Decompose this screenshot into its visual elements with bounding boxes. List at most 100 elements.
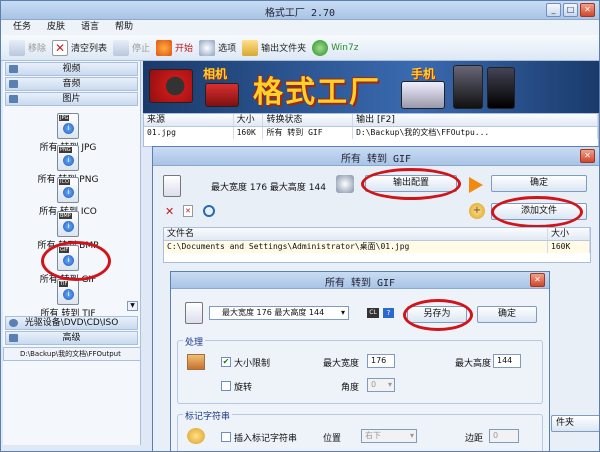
advanced-icon [9, 334, 18, 342]
toolbar: 移除 ✕ 清空列表 停止 开始 选项 输出文件夹 Win7z [1, 35, 599, 61]
max-width-input[interactable]: 176 [367, 354, 395, 368]
insert-watermark-checkbox[interactable] [221, 432, 231, 442]
col-size[interactable]: 大小 [234, 114, 264, 126]
col-filesize[interactable]: 大小 [548, 228, 590, 240]
menu-task[interactable]: 任务 [13, 20, 31, 35]
add-file-button[interactable]: 添加文件 [491, 203, 587, 220]
chevron-down-icon: ▾ [340, 308, 345, 317]
stop-icon [113, 39, 130, 56]
video-icon [9, 65, 18, 73]
help-icon[interactable]: ? [383, 308, 394, 318]
maximize-button[interactable]: □ [563, 3, 578, 17]
col-output[interactable]: 输出 [F2] [353, 114, 598, 126]
pda-icon [453, 65, 483, 109]
dialog2-titlebar: 所有 转到 GIF ✕ [171, 272, 549, 289]
dialog2-close-button[interactable]: ✕ [530, 273, 545, 287]
process-group-label: 处理 [183, 335, 206, 348]
scroll-down-button[interactable]: ▼ [127, 301, 138, 311]
col-source[interactable]: 来源 [144, 114, 234, 126]
margin-input[interactable]: 0 [489, 429, 519, 443]
options-button[interactable]: 选项 [199, 39, 236, 56]
save-as-button[interactable]: 另存为 [407, 306, 467, 323]
add-file-icon[interactable]: + [469, 203, 485, 219]
gif-file-icon: GIF i [57, 245, 79, 271]
clear-icon[interactable]: ✕ [183, 205, 193, 217]
rotate-label: 旋转 [234, 383, 253, 393]
preset-select[interactable]: 最大宽度 176 最大高度 144 ▾ [209, 306, 349, 320]
table-row[interactable]: C:\Documents and Settings\Administrator\… [164, 241, 590, 253]
image-icon [9, 95, 18, 103]
angle-select[interactable]: 0 ▾ [367, 378, 395, 392]
gif-file-icon [163, 175, 181, 197]
win7z-icon [312, 39, 329, 56]
insert-watermark-label: 插入标记字符串 [234, 434, 298, 444]
win7z-button[interactable]: Win7z [312, 39, 358, 56]
output-folder-button[interactable]: 输出文件夹 [242, 39, 306, 56]
gif-file-icon [185, 302, 203, 324]
clear-list-icon: ✕ [52, 39, 69, 56]
tif-file-icon: TIF i [57, 279, 79, 305]
category-video[interactable]: 视频 [5, 62, 138, 76]
dialog2-ok-button[interactable]: 确定 [477, 306, 537, 323]
smartphone-icon [487, 67, 515, 109]
max-height-input[interactable]: 144 [493, 354, 521, 368]
edit-icon[interactable]: CL [367, 308, 379, 318]
clear-list-button[interactable]: ✕ 清空列表 [52, 39, 107, 56]
output-path-status: D:\Backup\我的文档\FFOutput [3, 347, 141, 361]
options-icon [199, 39, 216, 56]
chevron-down-icon: ▾ [409, 431, 414, 440]
rotate-checkbox[interactable] [221, 381, 231, 391]
dialog1-info: 最大宽度 176 最大高度 144 [211, 183, 326, 193]
jpg-file-icon: JPG i [57, 113, 79, 139]
start-icon [156, 39, 173, 56]
disc-icon [9, 319, 18, 327]
category-audio[interactable]: 音频 [5, 77, 138, 91]
folder-icon [242, 39, 259, 56]
max-width-label: 最大宽度 [323, 359, 360, 369]
remove-button[interactable]: 移除 [9, 39, 46, 56]
max-height-label: 最大高度 [455, 359, 492, 369]
png-file-icon: PNG i [57, 145, 79, 171]
minimize-button[interactable]: _ [546, 3, 561, 17]
watermark-icon [187, 428, 205, 444]
position-select[interactable]: 右下 ▾ [361, 429, 417, 443]
dialog1-titlebar: 所有 转到 GIF ✕ [153, 147, 599, 166]
close-button[interactable]: ✕ [580, 3, 595, 17]
stop-button[interactable]: 停止 [113, 39, 150, 56]
table-row[interactable]: 01.jpg 160K 所有 转到 GIF D:\Backup\我的文档\FFO… [144, 127, 598, 139]
main-titlebar: 格式工厂 2.70 _ □ ✕ [1, 1, 599, 20]
output-config-button[interactable]: 输出配置 [365, 175, 457, 192]
menu-help[interactable]: 帮助 [115, 20, 133, 35]
delete-icon[interactable]: ✕ [165, 205, 174, 218]
audio-icon [9, 80, 18, 88]
menu-language[interactable]: 语言 [81, 20, 99, 35]
category-image[interactable]: 图片 [5, 92, 138, 106]
category-advanced[interactable]: 高级 [5, 331, 138, 345]
camera-icon [205, 83, 239, 107]
output-config-dialog: 所有 转到 GIF ✕ 最大宽度 176 最大高度 144 ▾ CL ? 另存为… [170, 271, 550, 452]
dialog1-file-list: 文件名 大小 C:\Documents and Settings\Adminis… [163, 227, 591, 263]
size-limit-checkbox[interactable]: ✔ [221, 357, 231, 367]
start-button[interactable]: 开始 [156, 39, 193, 56]
col-filename[interactable]: 文件名 [164, 228, 548, 240]
chevron-down-icon: ▾ [387, 380, 392, 389]
remove-icon [9, 39, 25, 56]
phone-icon [401, 81, 445, 109]
col-status[interactable]: 转换状态 [263, 114, 354, 126]
image-thumbnail-icon [187, 354, 205, 370]
arrow-right-icon [469, 177, 483, 193]
margin-label: 边距 [465, 434, 484, 444]
banner-title: 格式工厂 [253, 75, 381, 110]
menu-skin[interactable]: 皮肤 [47, 20, 65, 35]
dialog1-ok-button[interactable]: 确定 [491, 175, 587, 192]
dialog1-folder-button[interactable]: 件夹 [551, 415, 599, 432]
dialog1-close-button[interactable]: ✕ [580, 149, 595, 163]
position-label: 位置 [323, 434, 342, 444]
camcorder-icon [149, 69, 193, 103]
settings-icon[interactable] [336, 175, 354, 193]
watermark-group-label: 标记字符串 [183, 409, 233, 422]
preview-icon[interactable] [203, 205, 215, 217]
category-rom-device[interactable]: 光驱设备\DVD\CD\ISO [5, 316, 138, 330]
size-limit-label: 大小限制 [234, 359, 271, 369]
format-tif[interactable]: TIF i 所有 转到 TIF [23, 279, 113, 319]
